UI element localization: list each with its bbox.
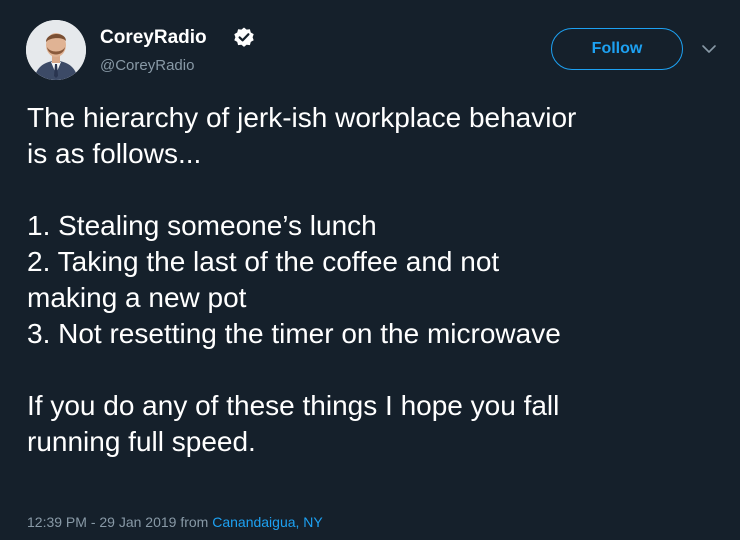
- follow-button[interactable]: Follow: [551, 28, 683, 70]
- tweet-text: The hierarchy of jerk-ish workplace beha…: [27, 100, 727, 460]
- user-handle[interactable]: @CoreyRadio: [100, 57, 194, 74]
- tweet-line: making a new pot: [27, 282, 247, 313]
- tweet-line: The hierarchy of jerk-ish workplace beha…: [27, 102, 577, 133]
- chevron-down-icon[interactable]: [700, 40, 718, 58]
- tweet-location-link[interactable]: Canandaigua, NY: [212, 514, 323, 530]
- tweet-line: running full speed.: [27, 426, 256, 457]
- tweet-line: If you do any of these things I hope you…: [27, 390, 560, 421]
- tweet-line: 2. Taking the last of the coffee and not: [27, 246, 500, 277]
- avatar[interactable]: [26, 20, 86, 80]
- tweet-timestamp[interactable]: 12:39 PM - 29 Jan 2019 from: [27, 514, 212, 530]
- display-name[interactable]: CoreyRadio: [100, 27, 207, 49]
- verified-badge-icon: [234, 27, 254, 47]
- tweet-card: CoreyRadio @CoreyRadio Follow The hierar…: [0, 0, 740, 540]
- tweet-line: is as follows...: [27, 138, 202, 169]
- tweet-metadata: 12:39 PM - 29 Jan 2019 from Canandaigua,…: [27, 514, 323, 530]
- avatar-image: [26, 20, 86, 80]
- tweet-line: 3. Not resetting the timer on the microw…: [27, 318, 561, 349]
- tweet-line: 1. Stealing someone’s lunch: [27, 210, 377, 241]
